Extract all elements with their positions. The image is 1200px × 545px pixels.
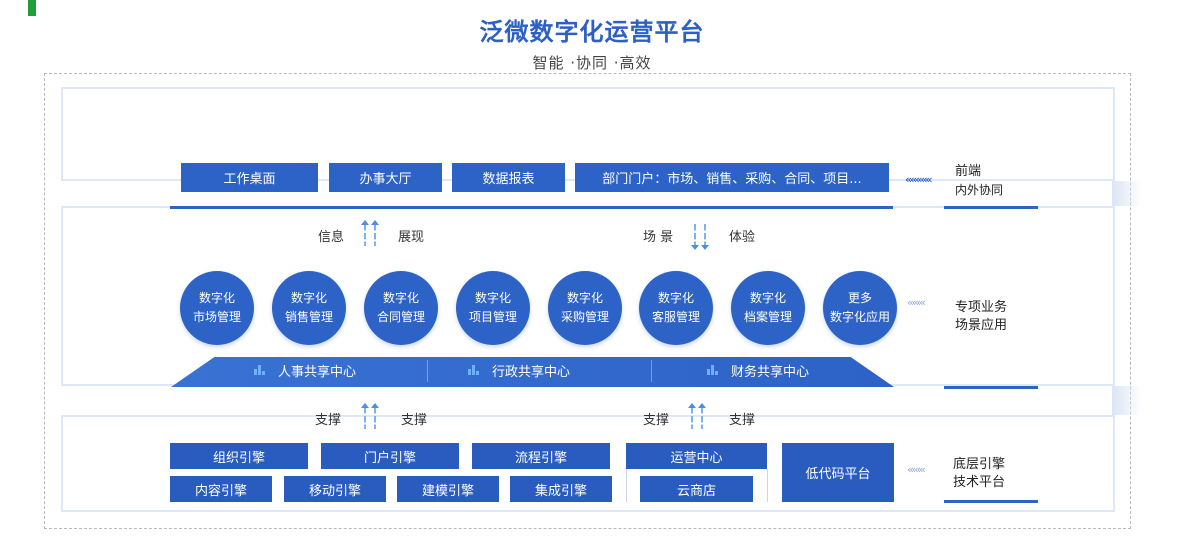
business-side-line2: 场景应用 <box>955 318 1008 333</box>
shared-divider <box>651 360 652 382</box>
chevron-left-icon: ««««« <box>905 173 932 186</box>
front-side-subtitle: 内外协同 <box>955 183 1004 197</box>
module-line1: 数字化 <box>198 291 235 305</box>
module-line1: 数字化 <box>657 291 694 305</box>
ops-bracket-right <box>767 469 768 502</box>
engine-portal[interactable]: 门户引擎 <box>321 443 459 469</box>
flow-label-display: 展现 <box>398 230 425 245</box>
flow-label-scene: 场 景 <box>643 230 674 245</box>
front-button-workbench[interactable]: 工作桌面 <box>181 163 318 192</box>
module-project[interactable]: 数字化 项目管理 <box>456 271 530 345</box>
ops-center-button[interactable]: 运营中心 <box>626 443 767 469</box>
flow-label-support: 支撑 <box>401 413 428 428</box>
shared-center-hr[interactable]: 人事共享中心 <box>254 357 356 383</box>
module-line2: 数字化应用 <box>829 310 890 324</box>
module-line2: 合同管理 <box>376 310 425 324</box>
business-side-line1: 专项业务 <box>955 300 1008 315</box>
front-button-service-hall[interactable]: 办事大厅 <box>329 163 442 192</box>
panel-wedge <box>1112 386 1142 415</box>
flow-label-info: 信息 <box>318 230 345 245</box>
engine-side-label: 底层引擎 技术平台 <box>953 456 1005 492</box>
front-underline <box>170 206 893 209</box>
module-sales[interactable]: 数字化 销售管理 <box>272 271 346 345</box>
engine-side-underline <box>944 500 1038 503</box>
lowcode-platform-button[interactable]: 低代码平台 <box>782 443 894 502</box>
shared-center-label: 行政共享中心 <box>492 364 571 380</box>
module-line1: 数字化 <box>290 291 327 305</box>
module-contract[interactable]: 数字化 合同管理 <box>364 271 438 345</box>
engine-side-line1: 底层引擎 <box>953 457 1006 472</box>
flow-label-support: 支撑 <box>315 413 342 428</box>
shared-center-admin[interactable]: 行政共享中心 <box>468 357 570 383</box>
front-side-title: 前端 <box>955 164 982 179</box>
engine-integration[interactable]: 集成引擎 <box>510 476 612 502</box>
module-line1: 数字化 <box>749 291 786 305</box>
front-button-data-report[interactable]: 数据报表 <box>452 163 565 192</box>
module-line2: 客服管理 <box>651 310 700 324</box>
front-button-department-portal[interactable]: 部门门户：市场、销售、采购、合同、项目... <box>575 163 889 192</box>
arrow-up-icon <box>361 403 379 429</box>
arrow-up-icon <box>361 220 379 246</box>
bar-chart-icon <box>468 365 480 375</box>
business-side-label: 专项业务 场景应用 <box>955 299 1007 335</box>
engine-content[interactable]: 内容引擎 <box>170 476 272 502</box>
shared-divider <box>427 360 428 382</box>
module-archive[interactable]: 数字化 档案管理 <box>731 271 805 345</box>
module-line2: 采购管理 <box>560 310 609 324</box>
module-marketing[interactable]: 数字化 市场管理 <box>180 271 254 345</box>
engine-modeling[interactable]: 建模引擎 <box>397 476 499 502</box>
module-customer-service[interactable]: 数字化 客服管理 <box>639 271 713 345</box>
module-line2: 档案管理 <box>743 310 792 324</box>
flow-label-support: 支撑 <box>643 413 670 428</box>
engine-organization[interactable]: 组织引擎 <box>170 443 308 469</box>
front-side-underline <box>944 206 1038 209</box>
module-line1: 数字化 <box>566 291 603 305</box>
chevron-left-icon: ‹‹‹‹‹‹‹ <box>907 296 926 309</box>
module-line1: 数字化 <box>382 291 419 305</box>
arrow-up-icon <box>688 403 706 429</box>
module-more[interactable]: 更多 数字化应用 <box>823 271 897 345</box>
module-line2: 项目管理 <box>468 310 517 324</box>
arrow-down-icon <box>691 224 709 250</box>
module-line1: 数字化 <box>474 291 511 305</box>
module-line2: 市场管理 <box>192 310 241 324</box>
page-title: 泛微数字化运营平台 <box>479 18 705 46</box>
module-procurement[interactable]: 数字化 采购管理 <box>548 271 622 345</box>
cloud-store-button[interactable]: 云商店 <box>640 476 753 502</box>
shared-center-label: 财务共享中心 <box>731 364 810 380</box>
module-line1: 更多 <box>847 291 872 305</box>
flow-label-experience: 体验 <box>729 230 756 245</box>
ops-bracket-left <box>626 469 627 502</box>
shared-center-label: 人事共享中心 <box>278 364 357 380</box>
engine-mobile[interactable]: 移动引擎 <box>284 476 386 502</box>
bar-chart-icon <box>254 365 266 375</box>
business-side-underline <box>944 386 1038 389</box>
panel-wedge <box>1112 181 1142 206</box>
engine-workflow[interactable]: 流程引擎 <box>472 443 610 469</box>
bar-chart-icon <box>707 365 719 375</box>
flow-label-support: 支撑 <box>729 413 756 428</box>
page-subtitle: 智能 ·协同 ·高效 <box>532 54 652 72</box>
front-side-label: 前端 内外协同 <box>955 163 1003 199</box>
module-line2: 销售管理 <box>284 310 333 324</box>
chevron-left-icon: ‹‹‹‹‹‹‹ <box>907 463 926 476</box>
engine-side-line2: 技术平台 <box>953 475 1006 490</box>
shared-center-finance[interactable]: 财务共享中心 <box>707 357 809 383</box>
